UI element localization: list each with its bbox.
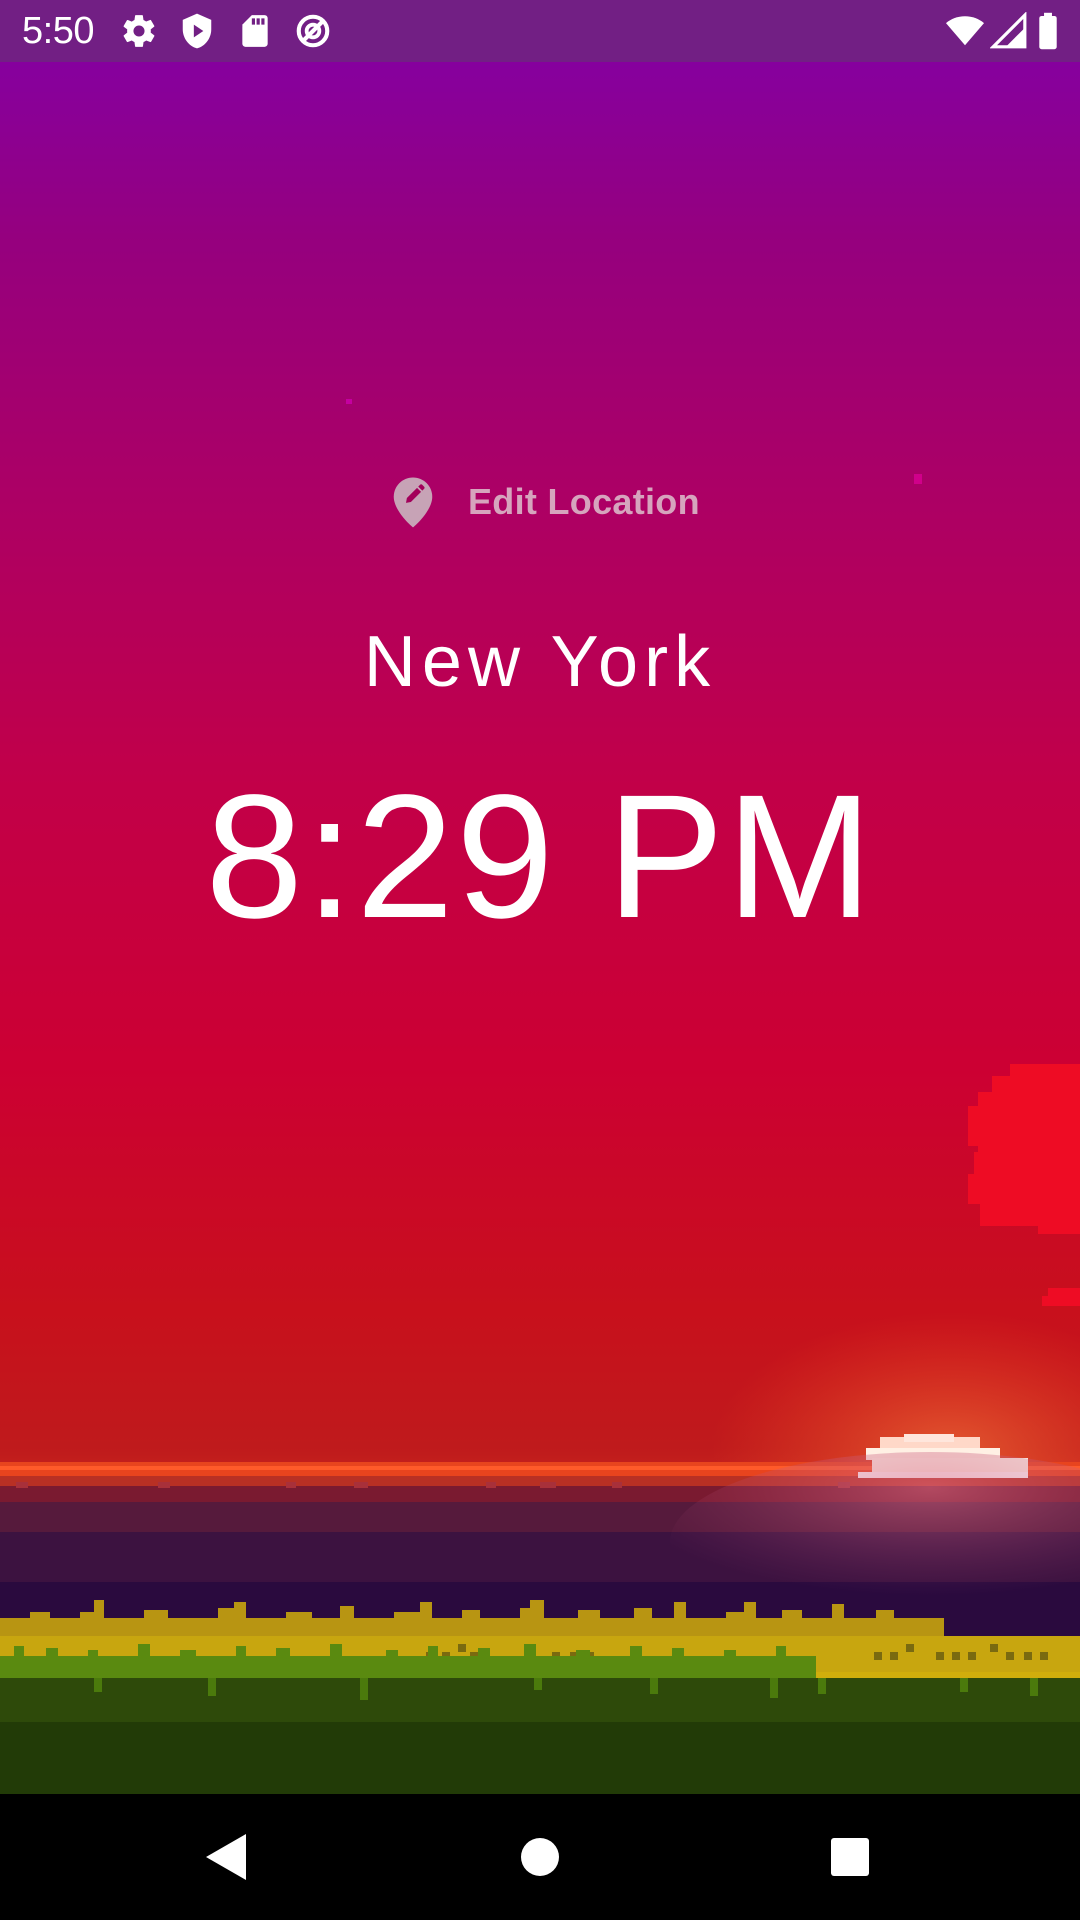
particle xyxy=(346,399,352,404)
app-screen: 5:50 Edit Location New York 8:29 PM xyxy=(0,0,1080,1920)
city-name: New York xyxy=(363,622,717,702)
wifi-icon xyxy=(946,16,984,46)
sd-card-icon xyxy=(242,15,268,47)
location-pin-edit-icon xyxy=(393,477,433,528)
edit-location-button[interactable]: Edit Location xyxy=(392,474,700,530)
back-button[interactable] xyxy=(145,1794,305,1920)
status-bar: 5:50 xyxy=(0,0,1080,62)
home-icon xyxy=(521,1838,559,1876)
navigation-bar xyxy=(0,1794,1080,1920)
particle xyxy=(914,474,922,484)
edit-location-label: Edit Location xyxy=(468,481,700,522)
sunset-wallpaper: Edit Location New York 8:29 PM xyxy=(0,62,1080,1794)
no-disturb-icon xyxy=(296,14,330,48)
time-display: 8:29 PM xyxy=(205,759,875,955)
cell-signal-icon xyxy=(990,12,1027,49)
home-button[interactable] xyxy=(460,1794,620,1920)
back-icon xyxy=(206,1834,246,1880)
shield-play-icon xyxy=(182,13,212,49)
pixel-cloud xyxy=(968,1064,1080,1306)
status-time: 5:50 xyxy=(22,10,94,52)
recents-button[interactable] xyxy=(770,1794,930,1920)
recents-icon xyxy=(831,1838,869,1876)
settings-icon xyxy=(123,15,155,47)
battery-icon xyxy=(1039,12,1057,50)
